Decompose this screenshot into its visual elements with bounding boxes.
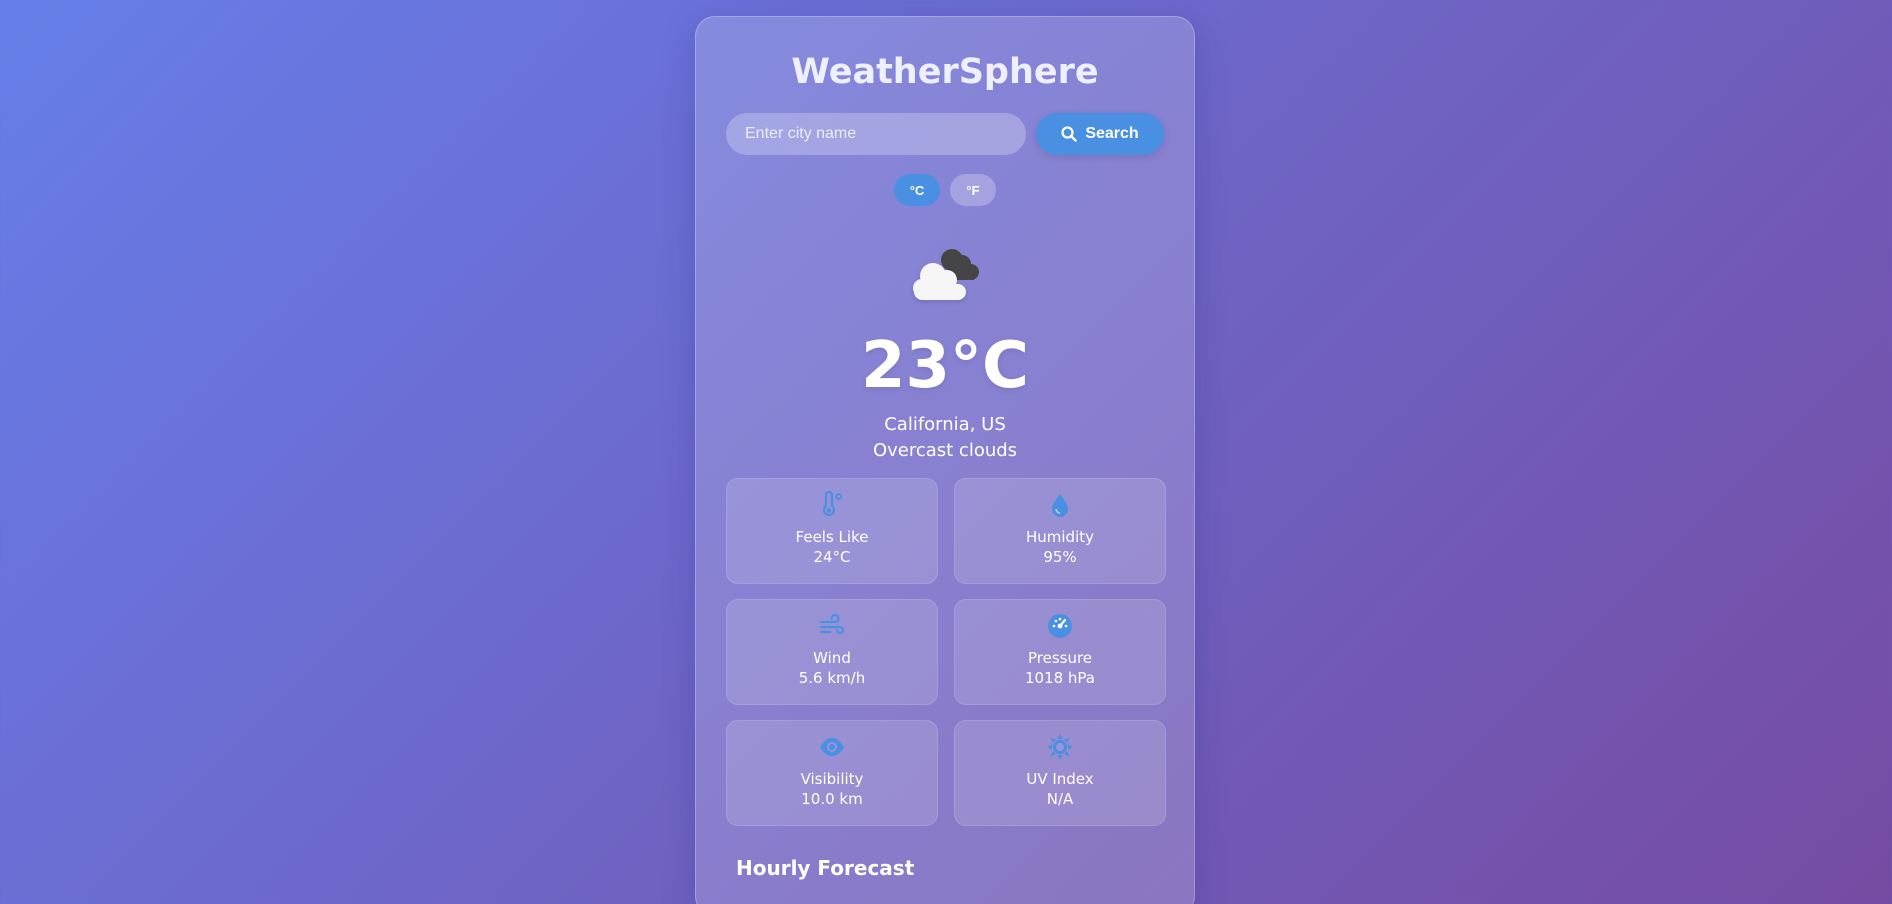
overcast-clouds-icon — [913, 249, 979, 300]
feels-like-label: Feels Like — [795, 528, 869, 546]
weather-card: WeatherSphere Search °C °F — [695, 16, 1195, 904]
uv-index-value: N/A — [1046, 790, 1074, 808]
app-title: WeatherSphere — [791, 52, 1099, 92]
water-drop-icon — [1052, 494, 1068, 517]
detail-card-feels-like: Feels Like 24°C — [726, 478, 938, 584]
weather-description: Overcast clouds — [872, 440, 1018, 461]
pressure-value: 1018 hPa — [1024, 669, 1095, 687]
wind-label: Wind — [813, 649, 851, 667]
search-bar: Search — [726, 113, 1164, 155]
search-button-label: Search — [1085, 125, 1139, 142]
visibility-label: Visibility — [800, 770, 864, 788]
fahrenheit-button[interactable]: °F — [950, 174, 996, 206]
pressure-label: Pressure — [1027, 649, 1093, 667]
sun-icon — [1047, 734, 1073, 760]
gauge-icon — [1048, 614, 1072, 638]
search-icon — [1061, 126, 1078, 142]
visibility-value: 10.0 km — [801, 790, 863, 808]
current-temperature: 23°C — [860, 329, 1030, 403]
detail-card-uv-index: UV Index N/A — [954, 720, 1166, 826]
city-search-input[interactable] — [726, 113, 1026, 155]
eye-icon — [820, 738, 844, 756]
location-label: California, US — [884, 414, 1006, 435]
uv-index-label: UV Index — [1026, 770, 1094, 788]
celsius-button[interactable]: °C — [894, 174, 940, 206]
wind-value: 5.6 km/h — [798, 669, 866, 687]
weather-details-grid: Feels Like 24°C Humidity 95% Wind 5.6 km… — [726, 478, 1166, 826]
detail-card-pressure: Pressure 1018 hPa — [954, 599, 1166, 705]
thermometer-icon — [822, 491, 842, 517]
wind-icon — [819, 613, 845, 635]
unit-toggle: °C °F — [726, 174, 1164, 206]
feels-like-value: 24°C — [813, 548, 851, 566]
detail-card-visibility: Visibility 10.0 km — [726, 720, 938, 826]
humidity-value: 95% — [1043, 548, 1077, 566]
humidity-label: Humidity — [1025, 528, 1094, 546]
search-button[interactable]: Search — [1036, 113, 1164, 155]
detail-card-humidity: Humidity 95% — [954, 478, 1166, 584]
detail-card-wind: Wind 5.6 km/h — [726, 599, 938, 705]
hourly-forecast-title: Hourly Forecast — [736, 856, 915, 880]
